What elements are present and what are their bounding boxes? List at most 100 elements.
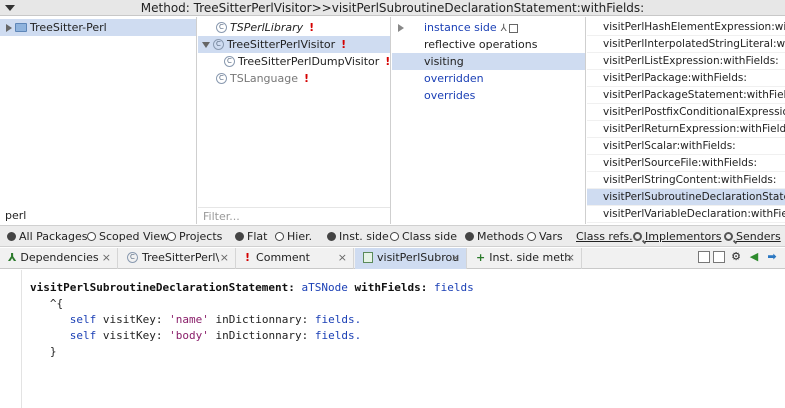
close-icon[interactable]: × [338, 248, 347, 268]
browser-toolbar: All Packages Scoped View Projects Flat H… [0, 225, 785, 247]
dependencies-icon: ⅄ [8, 251, 17, 264]
string-literal: 'body' [169, 329, 209, 342]
all-packages-radio[interactable]: All Packages [7, 230, 87, 244]
search-icon [633, 231, 642, 241]
radio-selected-icon [465, 231, 474, 241]
method-source-code[interactable]: visitPerlSubroutineDeclarationStatement:… [30, 280, 474, 360]
projects-radio[interactable]: Projects [167, 230, 222, 244]
tab-label: visitPerlSubrou [377, 251, 460, 264]
close-icon[interactable]: × [566, 248, 575, 268]
back-arrow-icon[interactable]: ◀ [748, 251, 760, 263]
tab-method-source[interactable]: visitPerlSubrou × [355, 248, 467, 269]
implementors-label: Implementors [645, 230, 722, 243]
protocol-label: reflective operations [424, 38, 538, 51]
warning-icon: ! [245, 251, 251, 264]
class-filter-input[interactable]: Filter... [198, 207, 390, 224]
classes-pane: C TSPerlLibrary! C TreeSitterPerlVisitor! … [198, 17, 391, 224]
class-item-treesitterperldumpvisitor[interactable]: C TreeSitterPerlDumpVisitor! [198, 53, 390, 70]
class-icon: C [127, 251, 138, 263]
instance-side-checkbox[interactable] [508, 23, 518, 33]
class-icon: C [216, 21, 227, 33]
warning-icon: ! [304, 72, 310, 85]
warning-icon: ! [309, 21, 315, 34]
variable-name: fields. [314, 313, 362, 326]
tab-label: Inst. side meth [489, 251, 572, 264]
code-line: ^{ [49, 297, 64, 310]
editor-tab-bar: ⅄ Dependencies × C TreeSitterPerl\ × ! Commen… [0, 248, 785, 269]
method-item[interactable]: visitPerlHashElementExpression:with [587, 19, 785, 36]
class-label: TreeSitterPerlVisitor [227, 38, 336, 51]
argument-name: fields [434, 281, 474, 294]
method-item[interactable]: visitPerlPackage:withFields: [587, 70, 785, 87]
settings-icon[interactable]: ⚙ [730, 251, 742, 263]
package-filter-input[interactable]: perl [0, 207, 196, 224]
method-item[interactable]: visitPerlListExpression:withFields: [587, 53, 785, 70]
radio-icon [87, 231, 96, 241]
method-item[interactable]: visitPerlPackageStatement:withFiel [587, 87, 785, 104]
scoped-view-radio[interactable]: Scoped View [87, 230, 169, 244]
method-item[interactable]: visitPerlSourceFile:withFields: [587, 155, 785, 172]
method-item[interactable]: visitPerlReturnExpression:withFields [587, 121, 785, 138]
tab-label: TreeSitterPerl\ [142, 251, 220, 264]
add-icon: + [476, 251, 486, 264]
tab-comment[interactable]: ! Comment × [237, 248, 354, 269]
argument-name: aTSNode [301, 281, 348, 294]
document-icon[interactable] [713, 251, 725, 263]
radio-label: Projects [179, 230, 223, 243]
close-icon[interactable]: × [102, 248, 111, 268]
window-title-bar: Method: TreeSitterPerlVisitor>>visitPerl… [0, 0, 785, 16]
class-side-radio[interactable]: Class side [390, 230, 457, 244]
collapse-triangle-icon[interactable] [202, 42, 210, 48]
copy-icon[interactable] [698, 251, 710, 263]
protocol-item-instance-side[interactable]: instance side ⅄ [392, 19, 585, 36]
warning-icon: ! [385, 55, 391, 68]
protocol-item-visiting[interactable]: visiting [392, 53, 585, 70]
class-icon: C [224, 55, 235, 67]
vars-radio[interactable]: Vars [527, 230, 563, 244]
methods-radio[interactable]: Methods [465, 230, 524, 244]
expand-triangle-icon[interactable] [6, 24, 12, 32]
protocol-item-reflective-operations[interactable]: reflective operations [392, 36, 585, 53]
message-keyword: visitKey: [102, 329, 163, 342]
message-keyword: visitKey: [102, 313, 163, 326]
protocol-item-overrides[interactable]: overrides [392, 87, 585, 104]
class-label: TSPerlLibrary [230, 21, 304, 34]
senders-button[interactable]: Senders [724, 230, 781, 244]
close-icon[interactable]: × [220, 248, 229, 268]
code-line: } [49, 345, 57, 358]
tab-class-definition[interactable]: C TreeSitterPerl\ × [119, 248, 236, 269]
tab-label: Dependencies [20, 251, 99, 264]
method-icon [363, 251, 373, 263]
hier-radio[interactable]: Hier. [275, 230, 312, 244]
protocol-label: overrides [424, 89, 476, 102]
package-label: TreeSitter-Perl [30, 21, 107, 34]
code-editor[interactable]: visitPerlSubroutineDeclarationStatement:… [0, 270, 785, 408]
radio-label: Methods [477, 230, 524, 243]
flat-radio[interactable]: Flat [235, 230, 267, 244]
selector-keyword: withFields: [354, 281, 428, 294]
radio-label: Scoped View [99, 230, 170, 243]
radio-label: Flat [247, 230, 268, 243]
implementors-button[interactable]: Implementors [633, 230, 722, 244]
expand-triangle-icon[interactable] [398, 24, 404, 32]
inst-side-radio[interactable]: Inst. side [327, 230, 389, 244]
method-item[interactable]: visitPerlPostfixConditionalExpressio [587, 104, 785, 121]
forward-arrow-icon[interactable]: ➡ [766, 251, 778, 263]
class-icon: C [213, 38, 224, 50]
string-literal: 'name' [169, 313, 209, 326]
protocol-item-overridden[interactable]: overridden [392, 70, 585, 87]
method-item[interactable]: visitPerlStringContent:withFields: [587, 172, 785, 189]
tab-inst-side-method[interactable]: + Inst. side meth × [468, 248, 582, 269]
method-item-selected[interactable]: visitPerlSubroutineDeclarationState [587, 189, 785, 206]
class-item-tsperllibrary[interactable]: C TSPerlLibrary! [198, 19, 390, 36]
tab-dependencies[interactable]: ⅄ Dependencies × [0, 248, 118, 269]
class-label: TSLanguage [230, 72, 298, 85]
class-item-tslanguage[interactable]: C TSLanguage! [198, 70, 390, 87]
package-item-treesitter-perl[interactable]: TreeSitter-Perl [0, 19, 196, 36]
method-item[interactable]: visitPerlScalar:withFields: [587, 138, 785, 155]
class-item-treesitterperlvisitor[interactable]: C TreeSitterPerlVisitor! [198, 36, 390, 53]
method-item[interactable]: visitPerlVariableDeclaration:withFiel [587, 206, 785, 223]
method-item[interactable]: visitPerlInterpolatedStringLiteral:wi [587, 36, 785, 53]
close-icon[interactable]: × [451, 248, 460, 268]
class-refs-button[interactable]: Class refs. [576, 230, 633, 244]
